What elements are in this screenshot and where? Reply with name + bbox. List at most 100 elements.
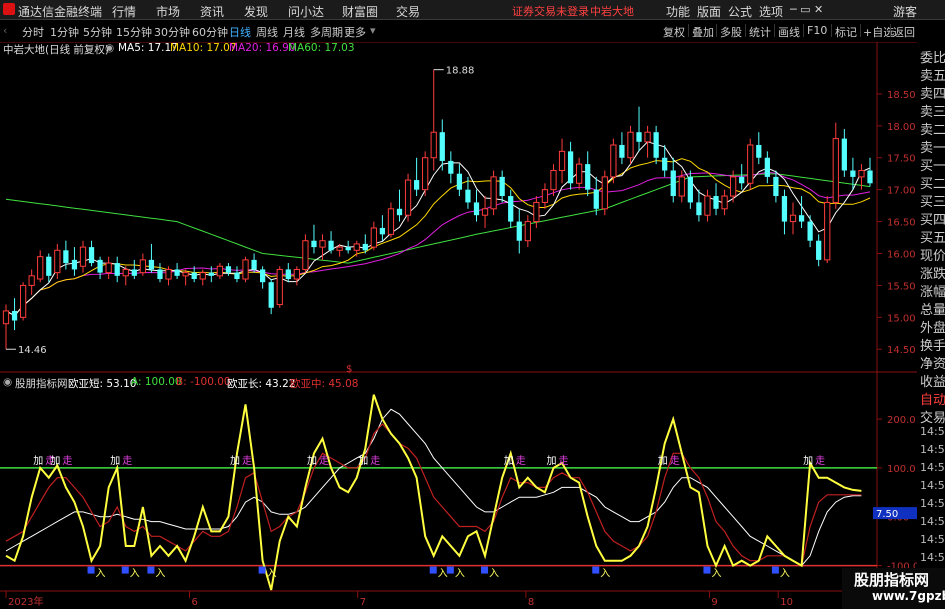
candle	[353, 240, 360, 257]
candle	[328, 231, 334, 254]
menu-item-caifuquan[interactable]: 财富圈	[342, 3, 378, 20]
candle-body	[328, 240, 334, 251]
menu-item-xuanxiang[interactable]: 选项	[759, 3, 783, 20]
tool-biaoji[interactable]: 标记	[835, 24, 857, 40]
menu-item-shichang[interactable]: 市场	[156, 3, 180, 20]
tab-period-30min[interactable]: 30分钟	[154, 24, 190, 40]
candle-body	[585, 164, 591, 190]
tool-fuquan[interactable]: 复权	[663, 24, 685, 40]
menu-item-wenxiaoda[interactable]: 问小达	[288, 3, 324, 20]
candle	[387, 202, 395, 238]
signal-add: 加	[110, 455, 120, 467]
menu-item-hangqing[interactable]: 行情	[112, 3, 136, 20]
tab-period-more[interactable]: 更多	[344, 24, 366, 40]
price-tick-label: 18.50	[887, 90, 916, 101]
tab-period-multi[interactable]: 多周期	[310, 24, 343, 40]
signal-in: 入	[267, 569, 277, 580]
candle-body	[88, 247, 95, 264]
user-label[interactable]: 游客	[893, 3, 917, 20]
tool-f10[interactable]: F10	[807, 24, 827, 37]
candle-body	[396, 208, 403, 216]
candle-body	[499, 176, 505, 197]
candle-body	[465, 189, 471, 203]
period-toolbar: ‹ 分时 1分钟 5分钟 15分钟 30分钟 60分钟 日线 周线 月线 多周期…	[0, 21, 945, 40]
side-panel-item[interactable]: 14:56	[920, 497, 945, 510]
tab-period-60min[interactable]: 60分钟	[192, 24, 228, 40]
candle-body	[362, 243, 368, 251]
side-panel-item[interactable]: 自动	[920, 389, 945, 408]
tool-tongji[interactable]: 统计	[749, 24, 771, 40]
tab-period-1min[interactable]: 1分钟	[50, 24, 79, 40]
side-panel-item[interactable]: 14:56	[920, 533, 945, 546]
candle	[550, 164, 557, 197]
candle-body	[756, 144, 762, 158]
window-controls[interactable]: ─ ▭ ✕	[790, 3, 823, 16]
candle-body	[148, 259, 155, 270]
candle	[867, 157, 873, 187]
candle	[105, 256, 112, 280]
signal-go: 走	[62, 455, 72, 467]
candle-body	[481, 208, 489, 216]
candle	[807, 215, 813, 248]
candle-body	[567, 151, 574, 184]
candle-body	[824, 201, 831, 261]
candle	[481, 196, 489, 228]
candle-body	[413, 180, 420, 190]
menu-item-jiaoyi[interactable]: 交易	[396, 3, 420, 20]
side-panel-item[interactable]: 交易	[920, 407, 945, 426]
candle-body	[816, 240, 822, 260]
tab-period-weekly[interactable]: 周线	[256, 24, 278, 40]
signal-in: 入	[600, 569, 610, 580]
candle	[97, 256, 103, 280]
candle-body	[678, 176, 685, 197]
candle-body	[157, 269, 163, 280]
tab-period-15min[interactable]: 15分钟	[116, 24, 152, 40]
tool-duogu[interactable]: 多股	[720, 24, 742, 40]
candle-body	[576, 163, 583, 184]
candle	[293, 266, 300, 286]
candle	[490, 170, 497, 216]
tab-period-5min[interactable]: 5分钟	[83, 24, 112, 40]
candle-body	[473, 202, 480, 216]
tab-period-monthly[interactable]: 月线	[283, 24, 305, 40]
side-panel-item[interactable]: 14:56	[920, 479, 945, 492]
kline-chart[interactable]: 18.50 18.00 17.50 17.00 16.50 16.00 15.50 15.00…	[0, 42, 917, 609]
price-tick-label: 17.50	[887, 154, 916, 165]
side-panel-item: 外盘	[920, 321, 945, 336]
signal-add: 加	[50, 455, 60, 467]
tab-period-daily[interactable]: 日线	[229, 24, 251, 40]
candle	[88, 240, 95, 267]
signal-go: 走	[242, 455, 252, 467]
side-panel-item[interactable]: 14:56	[920, 515, 945, 528]
more-dropdown-icon[interactable]: ▾	[370, 24, 376, 37]
candle	[242, 256, 249, 283]
menu-item-banmian[interactable]: 版面	[697, 3, 721, 20]
side-panel-item[interactable]: 14:56	[920, 443, 945, 456]
signal-go: 走	[122, 455, 132, 467]
side-panel-item[interactable]: 14:56	[920, 551, 945, 564]
candle-body	[558, 150, 566, 172]
tool-diejia[interactable]: 叠加	[692, 24, 714, 40]
signal-box	[592, 566, 600, 574]
candle-body	[601, 176, 608, 210]
candle-body	[293, 268, 300, 280]
candle-body	[448, 160, 454, 174]
menu-item-zixun[interactable]: 资讯	[200, 3, 224, 20]
side-panel-item[interactable]: 14:56	[920, 425, 945, 438]
menu-item-gongshi[interactable]: 公式	[728, 3, 752, 20]
menu-item-faxian[interactable]: 发现	[244, 3, 268, 20]
candle-body	[379, 227, 386, 235]
tool-huaxian[interactable]: 画线	[778, 24, 800, 40]
login-notice[interactable]: 证券交易未登录	[512, 3, 589, 19]
candle-body	[439, 132, 445, 161]
menu-item-gongneng[interactable]: 功能	[666, 3, 690, 20]
candle-body	[524, 221, 531, 242]
candle	[46, 253, 52, 283]
toolbar-scroll-icon[interactable]: ‹	[3, 24, 7, 37]
date-label: 2023年	[8, 595, 43, 608]
candle	[157, 263, 163, 283]
candle-body	[781, 196, 788, 222]
side-panel-item[interactable]: 14:56	[920, 461, 945, 474]
tool-back[interactable]: 返回	[893, 24, 915, 40]
tab-period-fenshi[interactable]: 分时	[22, 24, 44, 40]
